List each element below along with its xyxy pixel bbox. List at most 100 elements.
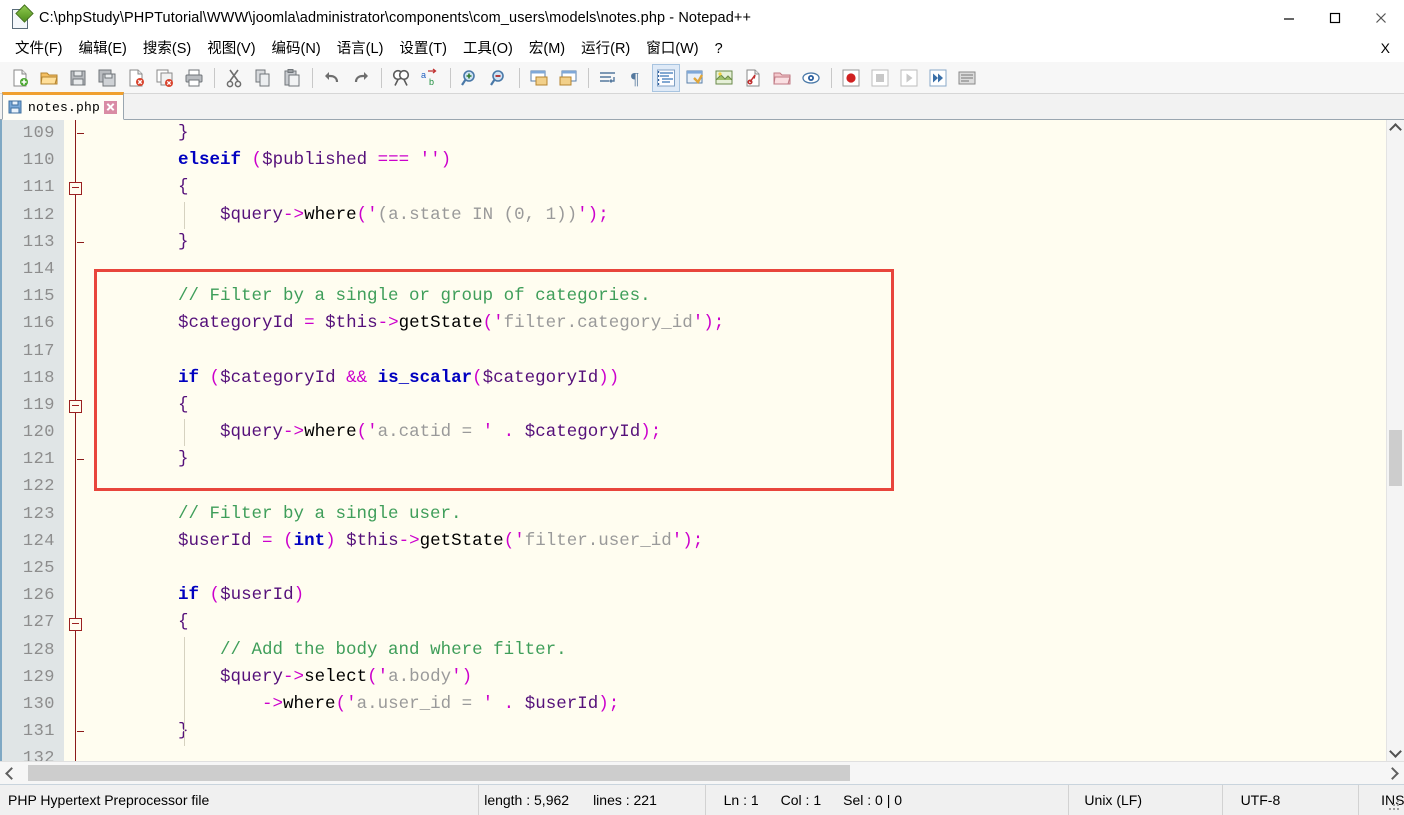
menu-search[interactable]: 搜索(S) (136, 36, 198, 62)
menu-help[interactable]: ? (708, 36, 730, 62)
scroll-left-icon[interactable] (0, 762, 20, 784)
line-number: 121 (22, 450, 55, 470)
fold-toggle[interactable] (69, 617, 82, 631)
menu-file[interactable]: 文件(F) (8, 36, 70, 62)
print-icon[interactable] (180, 64, 208, 92)
code-token: ) (598, 367, 609, 388)
new-file-icon[interactable] (6, 64, 34, 92)
code-token: $userId (220, 585, 294, 606)
status-col: Col : 1 (780, 792, 822, 808)
zoom-out-icon[interactable] (485, 64, 513, 92)
scroll-right-icon[interactable] (1384, 762, 1404, 784)
notepadpp-document-icon (10, 4, 34, 29)
sync-vertical-scroll-icon[interactable] (525, 64, 553, 92)
close-document-button[interactable]: X (1381, 40, 1390, 56)
code-token: if (178, 367, 200, 388)
menu-window[interactable]: 窗口(W) (639, 36, 705, 62)
horizontal-scroll-thumb[interactable] (28, 765, 850, 781)
resize-grip[interactable] (1389, 800, 1401, 812)
horizontal-scrollbar[interactable] (0, 761, 1404, 784)
toolbar: ab ¶ (0, 62, 1404, 94)
redo-icon[interactable] (347, 64, 375, 92)
code-token: -> (283, 666, 305, 687)
menu-settings[interactable]: 设置(T) (392, 36, 454, 62)
zoom-in-icon[interactable] (456, 64, 484, 92)
line-number: 120 (22, 423, 55, 443)
user-defined-dialog-icon[interactable] (681, 64, 709, 92)
monitoring-icon[interactable] (797, 64, 825, 92)
code-line: ->where('a.user_id = ' . $userId); (94, 691, 1386, 718)
vertical-scroll-thumb[interactable] (1389, 430, 1402, 486)
save-all-icon[interactable] (93, 64, 121, 92)
tab-close-icon[interactable] (104, 100, 118, 114)
replace-icon[interactable]: ab (416, 64, 444, 92)
code-token: -> (283, 422, 305, 443)
maximize-button[interactable] (1312, 0, 1358, 36)
code-token: (a.state IN (0, 1)) (377, 204, 578, 225)
menu-encoding[interactable]: 编码(N) (265, 36, 328, 62)
macro-record-icon[interactable] (837, 64, 865, 92)
macro-stop-icon[interactable] (866, 64, 894, 92)
menu-tools[interactable]: 工具(O) (456, 36, 520, 62)
copy-icon[interactable] (249, 64, 277, 92)
sync-horizontal-scroll-icon[interactable] (554, 64, 582, 92)
folder-as-workspace-icon[interactable] (768, 64, 796, 92)
save-icon[interactable] (64, 64, 92, 92)
indent-guide (184, 636, 185, 746)
fold-toggle[interactable] (69, 182, 82, 196)
fold-margin[interactable] (64, 120, 86, 761)
close-button[interactable] (1358, 0, 1404, 36)
tab-notes-php[interactable]: notes.php (2, 92, 125, 120)
word-wrap-icon[interactable] (594, 64, 622, 92)
code-token: elseif (178, 150, 242, 171)
code-token: ; (598, 204, 609, 225)
fold-end-marker (77, 241, 84, 243)
show-all-chars-icon[interactable]: ¶ (623, 64, 651, 92)
scroll-up-icon[interactable] (1387, 120, 1404, 137)
macro-run-multiple-icon[interactable] (924, 64, 952, 92)
macro-save-icon[interactable] (953, 64, 981, 92)
menu-language[interactable]: 语言(L) (330, 36, 391, 62)
paste-icon[interactable] (278, 64, 306, 92)
horizontal-scroll-track[interactable] (20, 764, 1384, 782)
status-encoding-text: UTF-8 (1240, 792, 1281, 808)
menu-edit[interactable]: 编辑(E) (72, 36, 134, 62)
menu-macro[interactable]: 宏(M) (522, 36, 572, 62)
open-file-icon[interactable] (35, 64, 63, 92)
undo-icon[interactable] (318, 64, 346, 92)
code-canvas[interactable]: } elseif ($published === '') { $query->w… (86, 120, 1386, 761)
cut-icon[interactable] (220, 64, 248, 92)
macro-play-icon[interactable] (895, 64, 923, 92)
find-icon[interactable] (387, 64, 415, 92)
code-token: getState (398, 313, 483, 334)
minimize-button[interactable] (1266, 0, 1312, 36)
indent-guide-icon[interactable] (652, 63, 680, 92)
show-doc-map-icon[interactable] (710, 64, 738, 92)
menu-run[interactable]: 运行(R) (574, 36, 637, 62)
close-all-icon[interactable] (151, 64, 179, 92)
menu-view[interactable]: 视图(V) (200, 36, 262, 62)
line-number: 122 (22, 477, 55, 497)
code-token: } (178, 123, 189, 143)
code-token: ) (608, 367, 620, 388)
fold-toggle[interactable] (69, 400, 82, 413)
code-token: ' (493, 313, 504, 334)
function-list-icon[interactable] (739, 64, 767, 92)
scroll-down-icon[interactable] (1387, 744, 1404, 761)
line-number: 115 (22, 287, 55, 307)
close-file-icon[interactable] (122, 64, 150, 92)
code-token: $categoryId (178, 313, 294, 334)
title-bar: C:\phpStudy\PHPTutorial\WWW\joomla\admin… (0, 0, 1404, 36)
vertical-scrollbar[interactable] (1386, 120, 1404, 761)
